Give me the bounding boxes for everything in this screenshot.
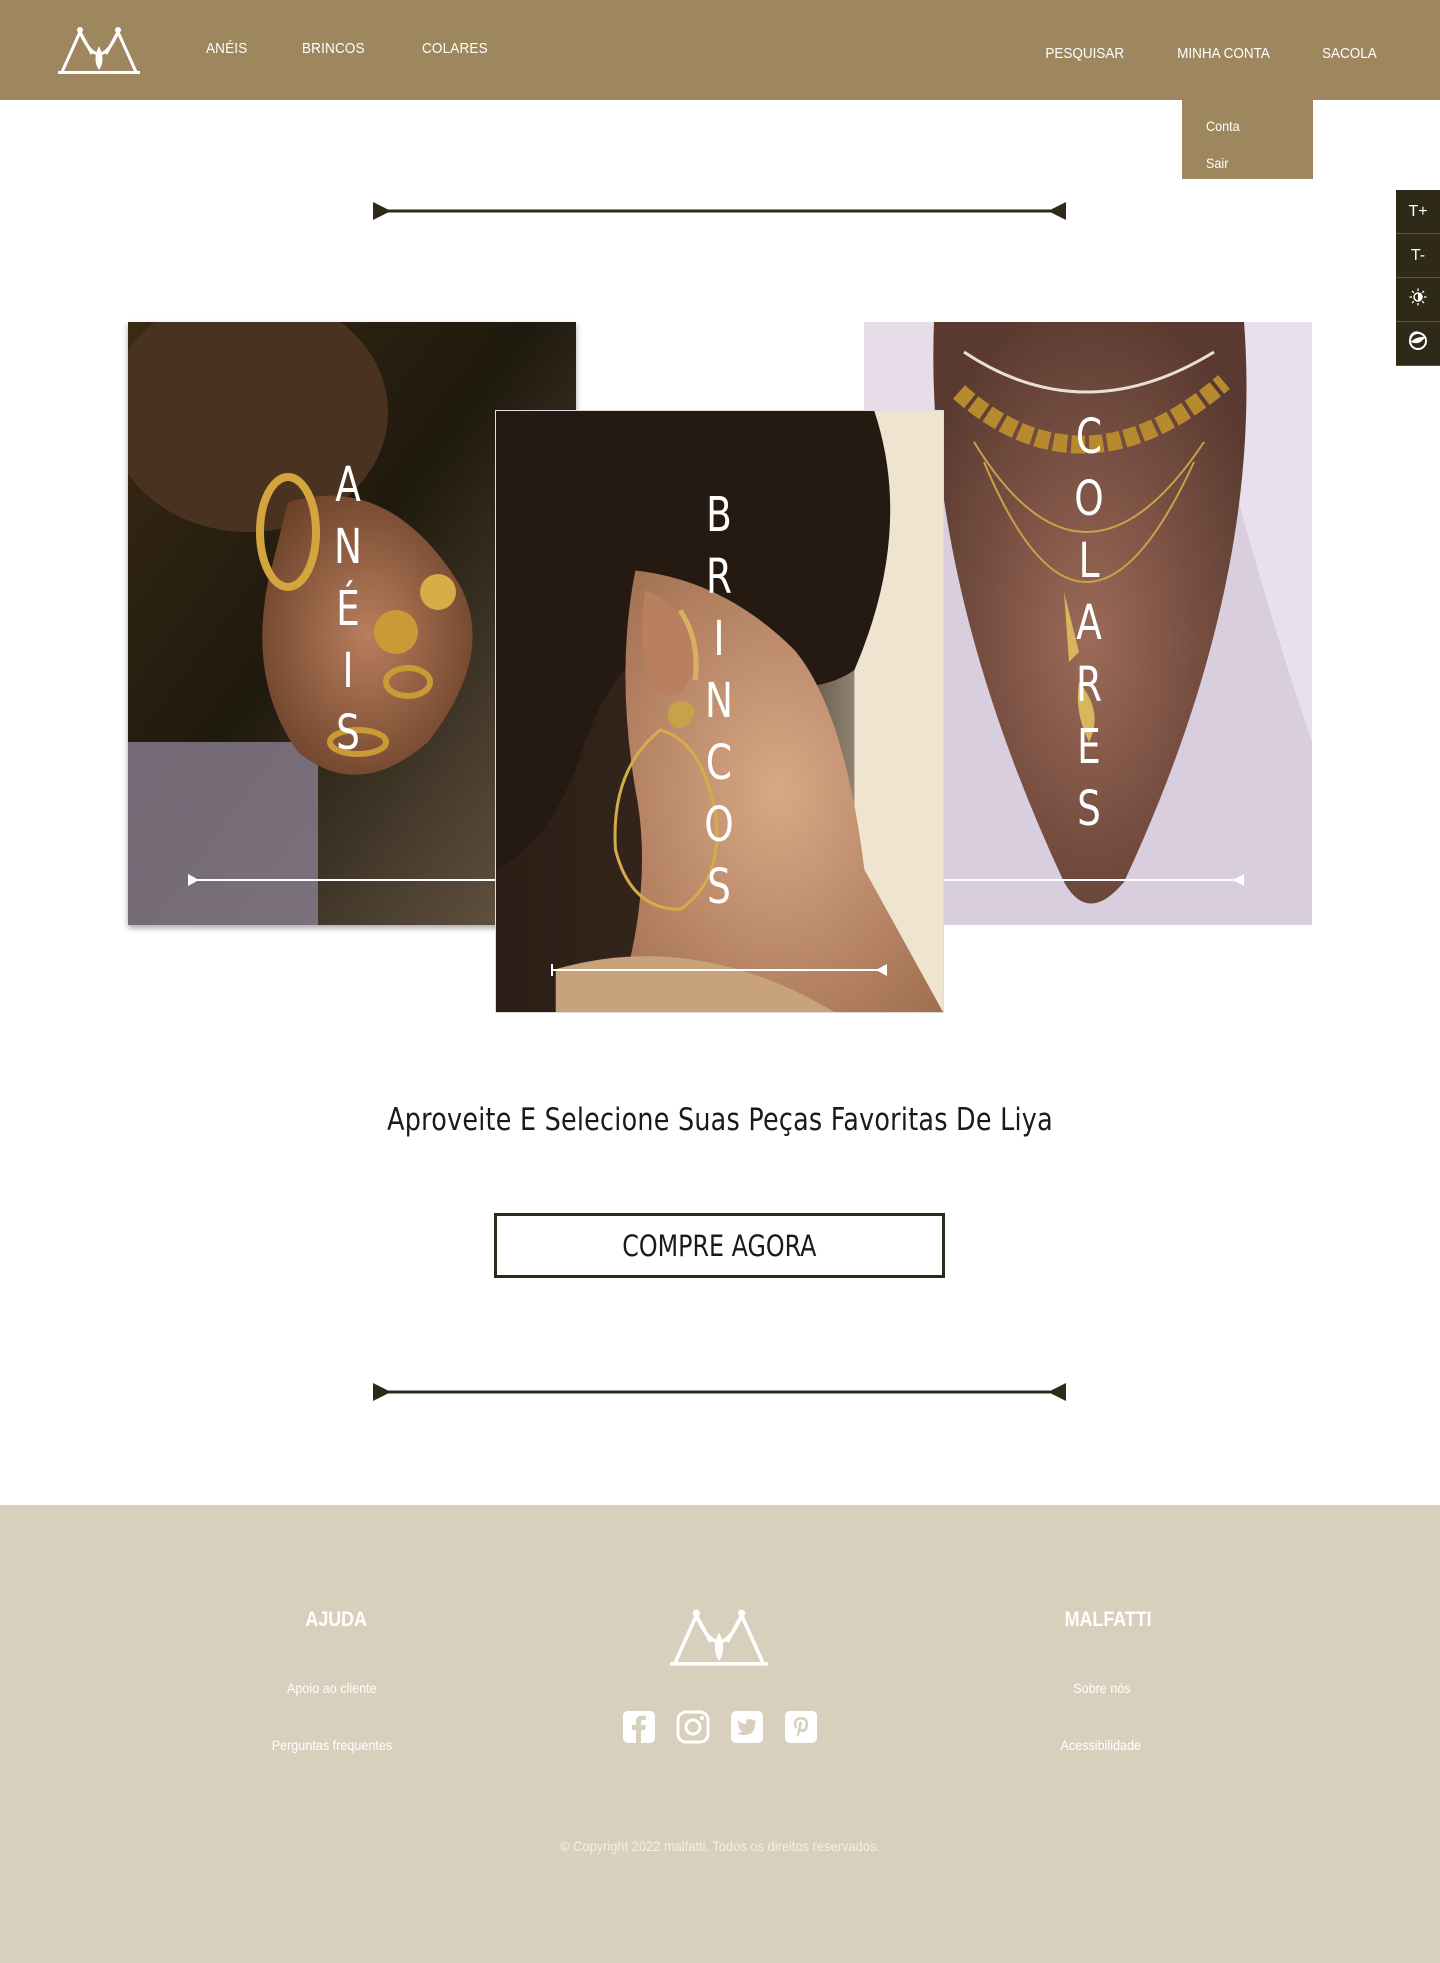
accessibility-panel: T+ T- bbox=[1396, 190, 1440, 366]
instagram-icon[interactable] bbox=[676, 1710, 710, 1744]
copyright-text: © Copyright 2022 malfatti. Todos os dire… bbox=[560, 1838, 880, 1854]
footer-link-acessibilidade[interactable]: Acessibilidade bbox=[1060, 1737, 1141, 1753]
category-label-aneis: A N É I S bbox=[329, 454, 368, 764]
category-card-brincos[interactable]: B R I N C O S bbox=[495, 410, 944, 1013]
footer-brand-logo[interactable] bbox=[669, 1606, 769, 1668]
label-letter: A bbox=[335, 457, 361, 513]
label-letter: S bbox=[1077, 781, 1101, 837]
footer-link-sobre[interactable]: Sobre nós bbox=[1073, 1680, 1130, 1696]
label-letter: O bbox=[1074, 471, 1104, 527]
card-arrow-brincos bbox=[551, 964, 887, 976]
label-letter: R bbox=[1075, 657, 1103, 713]
label-letter: S bbox=[707, 859, 731, 915]
twitter-icon[interactable] bbox=[730, 1710, 764, 1744]
footer-link-apoio[interactable]: Apoio ao cliente bbox=[287, 1680, 377, 1696]
label-letter: I bbox=[342, 643, 354, 699]
footer-link-faq[interactable]: Perguntas frequentes bbox=[272, 1737, 392, 1753]
account-menu-sair[interactable]: Sair bbox=[1206, 145, 1281, 182]
label-letter: R bbox=[705, 549, 733, 605]
pinterest-icon[interactable] bbox=[784, 1710, 818, 1744]
nav-sacola[interactable]: SACOLA bbox=[1322, 45, 1377, 62]
nav-colares[interactable]: COLARES bbox=[422, 40, 488, 57]
label-letter: C bbox=[705, 735, 733, 791]
footer-malfatti-title: MALFATTI bbox=[1064, 1608, 1152, 1631]
label-letter: S bbox=[336, 705, 360, 761]
divider-arrow-top bbox=[373, 202, 1066, 220]
utility-nav: PESQUISAR MINHA CONTA SACOLA bbox=[997, 45, 1380, 62]
shop-now-label: COMPRE AGORA bbox=[622, 1228, 817, 1263]
increase-font-button[interactable]: T+ bbox=[1396, 190, 1440, 234]
label-letter: E bbox=[1077, 719, 1101, 775]
facebook-icon[interactable] bbox=[622, 1710, 656, 1744]
account-dropdown: Conta Sair bbox=[1182, 100, 1313, 179]
brightness-button[interactable] bbox=[1396, 278, 1440, 322]
nav-brincos[interactable]: BRINCOS bbox=[302, 40, 365, 57]
label-letter: I bbox=[713, 611, 725, 667]
shop-now-button[interactable]: COMPRE AGORA bbox=[494, 1213, 945, 1278]
promo-tagline: Aproveite E Selecione Suas Peças Favorit… bbox=[387, 1102, 1053, 1138]
site-footer: AJUDA Apoio ao cliente Perguntas frequen… bbox=[0, 1505, 1440, 1963]
label-letter: B bbox=[706, 487, 732, 543]
card-arrow-colares bbox=[944, 874, 1244, 886]
nav-minha-conta[interactable]: MINHA CONTA bbox=[1177, 45, 1270, 62]
nav-aneis[interactable]: ANÉIS bbox=[206, 40, 247, 57]
label-letter: É bbox=[336, 581, 360, 637]
contrast-icon bbox=[1409, 331, 1427, 350]
brand-logo[interactable] bbox=[58, 24, 140, 76]
decrease-font-button[interactable]: T- bbox=[1396, 234, 1440, 278]
site-header: ANÉIS BRINCOS COLARES PESQUISAR MINHA CO… bbox=[0, 0, 1440, 100]
label-letter: C bbox=[1075, 409, 1103, 465]
category-label-colares: C O L A R E S bbox=[1070, 406, 1109, 840]
account-menu-conta[interactable]: Conta bbox=[1206, 108, 1281, 145]
sun-icon bbox=[1409, 288, 1427, 306]
label-letter: O bbox=[704, 797, 734, 853]
footer-ajuda-title: AJUDA bbox=[305, 1608, 367, 1631]
label-letter: N bbox=[704, 673, 734, 729]
label-letter: N bbox=[333, 519, 363, 575]
divider-arrow-bottom bbox=[373, 1383, 1066, 1401]
contrast-button[interactable] bbox=[1396, 322, 1440, 366]
label-letter: A bbox=[1076, 595, 1102, 651]
label-letter: L bbox=[1078, 533, 1100, 589]
category-label-brincos: B R I N C O S bbox=[700, 484, 739, 918]
main-nav: ANÉIS BRINCOS COLARES bbox=[206, 40, 545, 57]
nav-pesquisar[interactable]: PESQUISAR bbox=[1045, 45, 1124, 62]
